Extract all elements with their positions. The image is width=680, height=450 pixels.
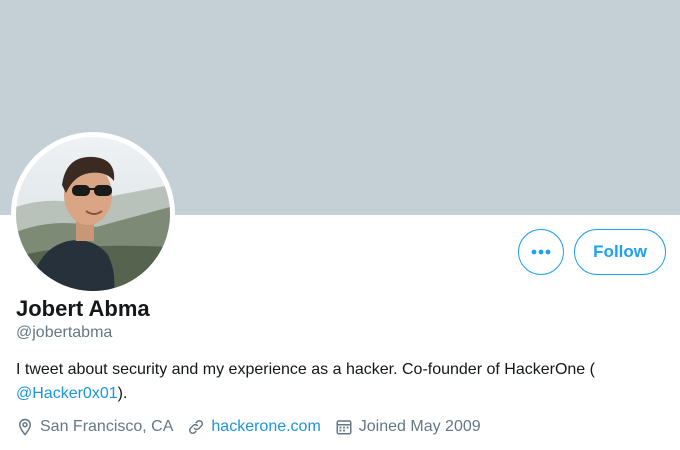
profile-handle: @jobertabma [16,324,113,341]
location-text: San Francisco, CA [40,418,174,435]
avatar[interactable] [11,132,175,296]
website-item: hackerone.com [187,418,321,436]
website-link[interactable]: hackerone.com [211,418,320,436]
joined-item: Joined May 2009 [335,418,481,436]
joined-text: Joined May 2009 [358,418,481,435]
more-dots-icon [531,249,551,255]
avatar-photo [16,137,170,291]
bio-mention-link[interactable]: @Hacker0x01 [16,385,118,402]
bio-text: I tweet about security and my experience… [16,361,595,378]
link-icon [189,419,204,435]
follow-button[interactable]: Follow [574,229,666,275]
location-item: San Francisco, CA [16,418,173,436]
profile-bio: I tweet about security and my experience… [16,358,666,406]
profile-actions: Follow [518,229,666,275]
location-pin-icon [18,418,32,436]
more-options-button[interactable] [518,229,565,275]
bio-suffix: ). [117,385,128,402]
calendar-icon [336,420,352,435]
profile-name: Jobert Abma [16,296,150,321]
profile-meta: San Francisco, CA hackerone.com Joined M… [16,418,495,436]
